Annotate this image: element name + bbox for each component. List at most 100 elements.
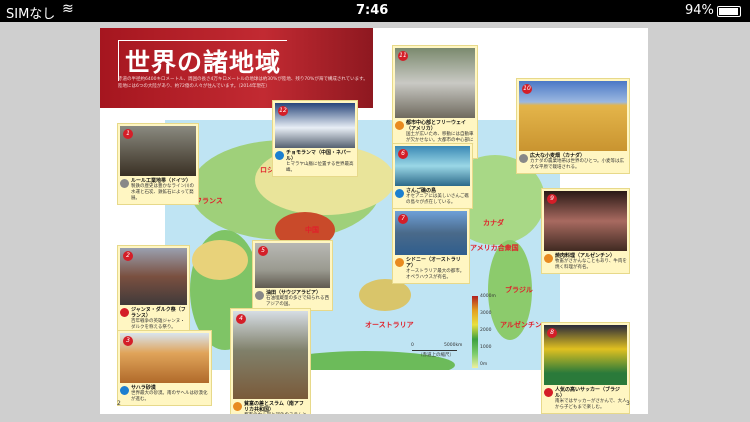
status-bar: SIMなし ≋ 7:46 94% (0, 0, 750, 22)
photo-card[interactable]: 12 チョモランマ（中国・ネパール） ヒマラヤ山脈に位置する世界最高峰。 (272, 100, 358, 177)
page-number-right: 3 (626, 400, 630, 407)
legend-label: 3000 (480, 311, 492, 316)
map-label: アルゼンチン (500, 321, 542, 329)
photo-number: 9 (547, 194, 557, 204)
photo-card[interactable]: 10 広大な小麦畑（カナダ） カナダの農業地帯は世界のひとつ。小麦等は広大な平原で… (516, 78, 630, 174)
photo-number: 8 (547, 328, 557, 338)
category-icon (544, 254, 553, 263)
category-icon (544, 388, 553, 397)
category-icon (395, 258, 404, 267)
photo-number: 10 (522, 84, 532, 94)
textbook-page: 世界の諸地域 赤道の半径約6400キロメートル、周囲の長さ4万キロメートルの地球… (100, 28, 648, 414)
page-title: 世界の諸地域 (118, 40, 288, 81)
photo-caption: 貧富の差とスラム（南アフリカ共和国）都市の中心部と郊外のスラムとの差が大きい。 (233, 401, 308, 414)
caption-text: 製鉄の歴史は豊かなライン川の水運と石炭、鉄鉱石によって発展。 (131, 184, 194, 201)
category-icon (395, 189, 404, 198)
photo-number: 1 (123, 129, 133, 139)
caption-title: ジャンヌ・ダルク祭（フランス） (131, 307, 186, 319)
legend-label: 1000 (480, 345, 492, 350)
legend-label: 2000 (480, 328, 492, 333)
photo-caption: ルール工業地帯（ドイツ） 製鉄の歴史は豊かなライン川の水運と石炭、鉄鉱石によって発… (120, 178, 196, 202)
caption-text: オーストラリア最大の都市。オペラハウスが有名。 (406, 269, 465, 280)
photo-number: 5 (258, 246, 268, 256)
photo-card[interactable]: 5 油田（サウジアラビア） 石油埋蔵量の多さで知られる西アジアの国。 (252, 240, 333, 311)
caption-text: ヒマラヤ山脈に位置する世界最高峰。 (286, 162, 354, 173)
category-icon (120, 386, 129, 395)
category-icon (255, 291, 264, 300)
photo-number: 7 (398, 214, 408, 224)
caption-text: 百年戦争の英雄ジャンヌ・ダルクを称える祭り。 (131, 319, 185, 330)
scale-bar (412, 350, 457, 351)
map-label: ブラジル (505, 286, 533, 294)
caption-text: 都市の中心部と郊外のスラムとの差が大きい。 (244, 413, 307, 414)
photo-caption: サハラ砂漠 世界最大の砂漠。南のサヘルは砂漠化が進む。 (120, 385, 209, 403)
photo-caption: 焼肉料理（アルゼンチン） 牧畜がさかんなこともあり、牛肉を焼く料理が有名。 (544, 253, 627, 271)
elevation-legend (472, 296, 478, 368)
caption-text: カナダの農業地帯は世界のひとつ。小麦等は広大な平原で栽培される。 (530, 159, 625, 170)
carrier-label: SIMなし (6, 7, 56, 22)
photo-caption: さんご礁の島 オセアニアには美しいさんご礁の島々が点在している。 (395, 188, 470, 206)
photo-card[interactable]: 9 焼肉料理（アルゼンチン） 牧畜がさかんなこともあり、牛肉を焼く料理が有名。 (541, 188, 630, 274)
page-number-left: 2 (117, 400, 121, 407)
category-icon (120, 179, 129, 188)
legend-label: 4000m (480, 294, 496, 299)
photo-caption: 広大な小麦畑（カナダ） カナダの農業地帯は世界のひとつ。小麦等は広大な平原で栽培さ… (519, 153, 627, 171)
scale-max: 5000km (444, 343, 463, 348)
caption-text: 世界最大の砂漠。南のサヘルは砂漠化が進む。 (131, 391, 208, 402)
caption-title: 人気の高いサッカー（ブラジル） (555, 387, 620, 399)
scale-note: （赤道上の縮尺） (418, 353, 454, 358)
photo: 12 (275, 103, 355, 148)
photo: 2 (120, 248, 187, 305)
title-banner: 世界の諸地域 赤道の半径約6400キロメートル、周囲の長さ4万キロメートルの地球… (100, 28, 373, 108)
category-icon (233, 402, 242, 411)
category-icon (395, 121, 404, 130)
photo: 4 (233, 311, 308, 399)
battery-percent: 94% (685, 3, 714, 18)
photo: 6 (395, 146, 470, 186)
photo: 1 (120, 126, 196, 176)
photo-number: 2 (123, 251, 133, 261)
photo-card[interactable]: 1 ルール工業地帯（ドイツ） 製鉄の歴史は豊かなライン川の水運と石炭、鉄鉱石によっ… (117, 123, 199, 205)
caption-title: 都市中心部とフリーウェイ（アメリカ） (406, 120, 467, 132)
wifi-icon: ≋ (62, 1, 74, 17)
photo-card[interactable]: 2 ジャンヌ・ダルク祭（フランス） 百年戦争の英雄ジャンヌ・ダルクを称える祭り。 (117, 245, 190, 334)
battery-icon (717, 6, 741, 17)
photo: 3 (120, 333, 209, 383)
photo: 8 (544, 325, 627, 385)
photo-number: 12 (278, 106, 288, 116)
caption-title: 貧富の差とスラム（南アフリカ共和国） (244, 401, 304, 413)
category-icon (120, 308, 129, 317)
photo-card[interactable]: 6 さんご礁の島 オセアニアには美しいさんご礁の島々が点在している。 (392, 143, 473, 209)
caption-text: オセアニアには美しいさんご礁の島々が点在している。 (406, 194, 469, 205)
caption-text: 南米ではサッカーがさかんで、大人から子どもまで楽しむ。 (555, 399, 627, 410)
photo: 9 (544, 191, 627, 251)
category-icon (275, 151, 284, 160)
photo-card[interactable]: 8 人気の高いサッカー（ブラジル） 南米ではサッカーがさかんで、大人から子どもまで… (541, 322, 630, 414)
scale-zero: 0 (411, 343, 414, 348)
category-icon (519, 154, 528, 163)
photo: 7 (395, 211, 467, 255)
map-label: フランス (195, 197, 223, 205)
photo-card[interactable]: 11 都市中心部とフリーウェイ（アメリカ） 国土が広いため、移動には自動車が欠かせ… (392, 45, 478, 159)
photo-card[interactable]: 4 貧富の差とスラム（南アフリカ共和国）都市の中心部と郊外のスラムとの差が大きい… (230, 308, 311, 414)
photo-caption: 人気の高いサッカー（ブラジル） 南米ではサッカーがさかんで、大人から子どもまで楽し… (544, 387, 627, 411)
photo-caption: シドニー（オーストラリア） オーストラリア最大の都市。オペラハウスが有名。 (395, 257, 467, 281)
caption-text: 石油埋蔵量の多さで知られる西アジアの国。 (266, 296, 329, 307)
caption-title: シドニー（オーストラリア） (406, 257, 461, 269)
intro-text: 赤道の半径約6400キロメートル、周囲の長さ4万キロメートルの地球は約30%が陸… (118, 77, 368, 89)
photo: 10 (519, 81, 627, 151)
map-label: オーストラリア (365, 321, 414, 329)
caption-title: チョモランマ（中国・ネパール） (286, 150, 352, 162)
photo-card[interactable]: 7 シドニー（オーストラリア） オーストラリア最大の都市。オペラハウスが有名。 (392, 208, 470, 284)
map-label: 中国 (305, 226, 319, 234)
map-label: アメリカ合衆国 (470, 244, 519, 252)
caption-text: 牧畜がさかんなこともあり、牛肉を焼く料理が有名。 (555, 259, 627, 270)
photo-card[interactable]: 3 サハラ砂漠 世界最大の砂漠。南のサヘルは砂漠化が進む。 (117, 330, 212, 406)
photo-caption: 油田（サウジアラビア） 石油埋蔵量の多さで知られる西アジアの国。 (255, 290, 330, 308)
photo: 11 (395, 48, 475, 118)
photo-number: 4 (236, 314, 246, 324)
photo: 5 (255, 243, 330, 288)
photo-caption: チョモランマ（中国・ネパール） ヒマラヤ山脈に位置する世界最高峰。 (275, 150, 355, 174)
world-map: ロシア連邦 フランス 中国 カナダ アメリカ合衆国 ブラジル アルゼンチン オー… (165, 120, 560, 370)
photo-caption: ジャンヌ・ダルク祭（フランス） 百年戦争の英雄ジャンヌ・ダルクを称える祭り。 (120, 307, 187, 331)
